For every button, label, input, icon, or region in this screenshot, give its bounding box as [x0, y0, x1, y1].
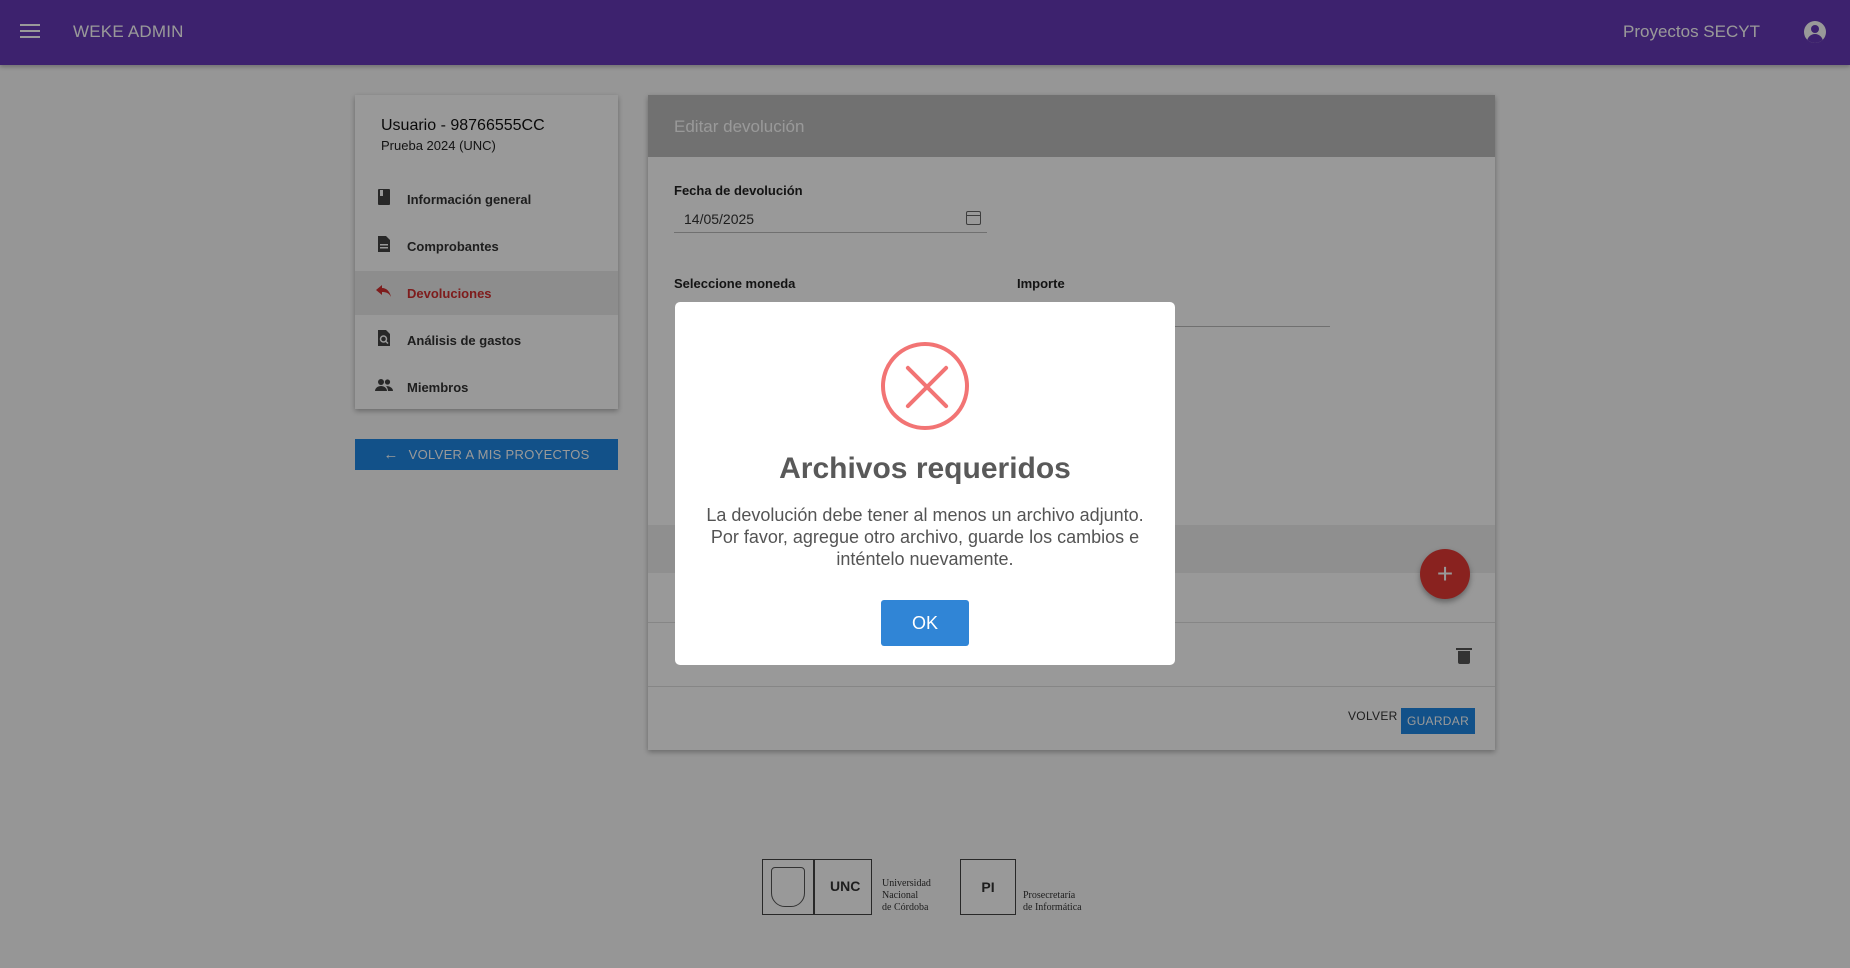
dialog-message: La devolución debe tener al menos un arc… [706, 505, 1144, 569]
error-dialog: Archivos requeridos La devolución debe t… [675, 302, 1175, 665]
dialog-title: Archivos requeridos [779, 452, 1071, 485]
error-x-icon [881, 342, 969, 430]
ok-button[interactable]: OK [881, 600, 969, 646]
